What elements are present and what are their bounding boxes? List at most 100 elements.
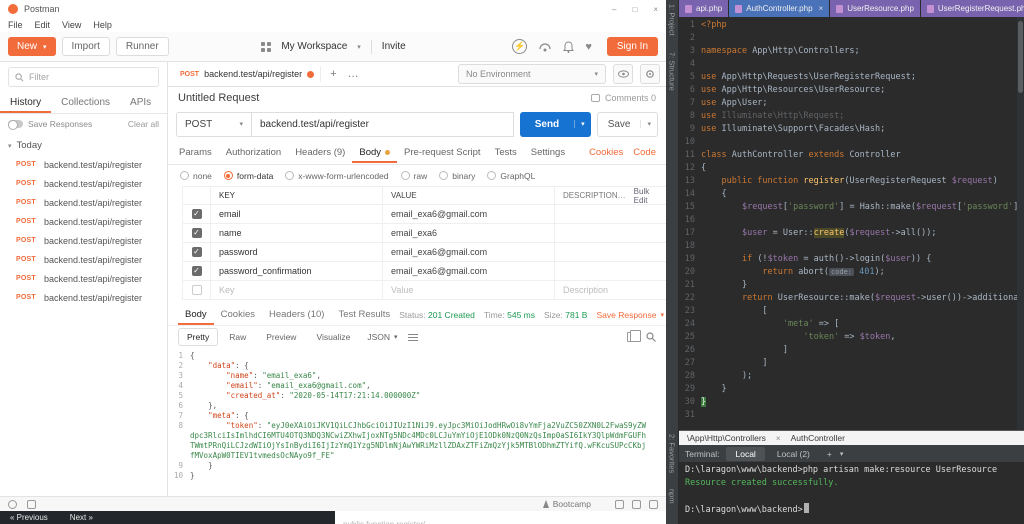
next-link[interactable]: Next » <box>70 513 93 522</box>
table-cell-value[interactable]: email_exa6@gmail.com <box>383 205 555 223</box>
more-icon[interactable]: … <box>618 191 626 200</box>
terminal-body[interactable]: D:\laragon\www\backend>php artisan make:… <box>679 462 1024 524</box>
request-tab-authorization[interactable]: Authorization <box>219 142 288 163</box>
bulk-edit-link[interactable]: Bulk Edit <box>634 187 658 204</box>
checkbox-checked[interactable]: ✓ <box>191 209 202 219</box>
maximize-button[interactable]: □ <box>632 5 637 14</box>
table-cell-value[interactable]: email_exa6@gmail.com <box>383 243 555 261</box>
editor-tab-authcontroller-php[interactable]: AuthController.php × <box>729 0 831 17</box>
editor-tab-userresource-php[interactable]: UserResource.php <box>830 0 921 17</box>
breadcrumb-file[interactable]: AuthController <box>791 433 845 443</box>
method-selector[interactable]: POST ▾ <box>176 111 252 137</box>
new-tab-button[interactable]: + <box>328 68 338 80</box>
filter-input[interactable]: Filter <box>8 67 159 87</box>
previous-link[interactable]: « Previous <box>10 513 48 522</box>
history-item[interactable]: POST backend.test/api/register <box>0 231 167 250</box>
capture-requests-icon[interactable]: ⚡ <box>512 39 528 54</box>
history-item[interactable]: POST backend.test/api/register <box>0 193 167 212</box>
response-tab-test-results[interactable]: Test Results <box>331 304 397 325</box>
response-tab-cookies[interactable]: Cookies <box>214 304 262 325</box>
invite-button[interactable]: Invite <box>382 41 406 52</box>
sidebar-tab-apis[interactable]: APIs <box>120 92 161 113</box>
request-tab-body[interactable]: Body <box>352 142 397 163</box>
copy-icon[interactable] <box>627 330 641 342</box>
cookies-link[interactable]: Cookies <box>589 147 623 158</box>
terminal-tab-local-2[interactable]: Local (2) <box>768 447 819 461</box>
save-button[interactable]: Save ▾ <box>596 111 658 137</box>
sidebar-tab-collections[interactable]: Collections <box>51 92 120 113</box>
save-response-button[interactable]: Save Response ▾ <box>596 310 664 320</box>
history-item[interactable]: POST backend.test/api/register <box>0 288 167 307</box>
new-terminal-button[interactable]: + <box>822 449 837 459</box>
tool-button-2-favorites[interactable]: 2: Favorites <box>668 434 677 473</box>
table-cell-description[interactable] <box>555 243 666 261</box>
url-input[interactable]: backend.test/api/register <box>252 111 514 137</box>
close-tab-icon[interactable]: × <box>819 4 824 13</box>
request-tab-headers-9[interactable]: Headers (9) <box>288 142 352 163</box>
send-button[interactable]: Send ▾ <box>519 111 591 137</box>
two-pane-view-icon[interactable] <box>615 499 624 509</box>
tool-button-7-structure[interactable]: 7: Structure <box>668 52 677 91</box>
body-type-form-data[interactable]: form-data <box>223 171 273 181</box>
view-tab-preview[interactable]: Preview <box>257 328 305 346</box>
table-cell-key[interactable]: password <box>211 243 383 261</box>
notifications-bell-icon[interactable] <box>563 40 575 53</box>
settings-button[interactable] <box>640 64 660 84</box>
search-response-icon[interactable] <box>646 332 656 342</box>
menu-item-help[interactable]: Help <box>93 20 112 30</box>
workspace-switcher[interactable]: My Workspace ▾ Invite <box>261 39 406 54</box>
view-tab-pretty[interactable]: Pretty <box>178 328 219 346</box>
caret-down-icon[interactable]: ▾ <box>840 450 844 458</box>
request-tab-pre-request-script[interactable]: Pre-request Script <box>397 142 488 163</box>
table-cell-key[interactable]: password_confirmation <box>211 262 383 280</box>
body-type-binary[interactable]: binary <box>439 171 475 181</box>
table-cell-key[interactable]: name <box>211 224 383 242</box>
wrap-text-icon[interactable] <box>407 333 418 341</box>
table-cell-description[interactable] <box>555 224 666 242</box>
terminal-tab-local[interactable]: Local <box>726 446 765 461</box>
sidebar-tab-history[interactable]: History <box>0 92 51 113</box>
table-cell-value[interactable]: email_exa6 <box>383 224 555 242</box>
minimize-button[interactable]: – <box>612 5 616 14</box>
save-responses-toggle[interactable] <box>8 120 23 130</box>
tool-button-1-project[interactable]: 1: Project <box>668 4 677 36</box>
history-item[interactable]: POST backend.test/api/register <box>0 212 167 231</box>
checkbox-checked[interactable]: ✓ <box>191 228 202 238</box>
clear-all-button[interactable]: Clear all <box>128 119 159 129</box>
checkbox-checked[interactable]: ✓ <box>191 266 202 276</box>
menu-item-edit[interactable]: Edit <box>35 20 51 30</box>
scrollbar-thumb[interactable] <box>1018 21 1023 93</box>
code-link[interactable]: Code <box>633 147 656 158</box>
history-item[interactable]: POST backend.test/api/register <box>0 155 167 174</box>
comments-button[interactable]: Comments 0 <box>590 93 656 103</box>
request-tab-settings[interactable]: Settings <box>524 142 572 163</box>
response-format-selector[interactable]: JSON ▾ <box>367 332 397 342</box>
table-cell-description[interactable] <box>555 262 666 280</box>
table-cell-description[interactable] <box>555 205 666 223</box>
open-request-tab[interactable]: POST backend.test/api/register <box>174 66 322 82</box>
menu-item-file[interactable]: File <box>8 20 23 30</box>
response-tab-headers-10[interactable]: Headers (10) <box>262 304 331 325</box>
response-body[interactable]: 1{2 "data": {3 "name": "email_exa6", 4 "e… <box>168 348 666 496</box>
menu-item-view[interactable]: View <box>62 20 81 30</box>
history-group-today[interactable]: ▾ Today <box>0 134 167 155</box>
body-type-none[interactable]: none <box>180 171 212 181</box>
console-icon[interactable] <box>632 499 641 509</box>
body-type-raw[interactable]: raw <box>400 171 427 181</box>
view-tab-raw[interactable]: Raw <box>220 328 255 346</box>
table-cell-key[interactable]: email <box>211 205 383 223</box>
shortcuts-icon[interactable] <box>27 499 36 509</box>
table-cell-description-placeholder[interactable]: Description <box>555 281 666 299</box>
heart-icon[interactable]: ♥ <box>585 41 592 53</box>
editor-tab-api-php[interactable]: api.php <box>679 0 730 17</box>
response-tab-body[interactable]: Body <box>178 304 214 325</box>
tab-options-icon[interactable]: … <box>346 68 361 80</box>
request-tab-tests[interactable]: Tests <box>488 142 524 163</box>
checkbox-checked[interactable]: ✓ <box>191 247 202 257</box>
history-item[interactable]: POST backend.test/api/register <box>0 250 167 269</box>
environment-quick-look-button[interactable] <box>613 64 633 84</box>
new-button[interactable]: New ▾ <box>8 37 56 56</box>
history-item[interactable]: POST backend.test/api/register <box>0 174 167 193</box>
close-icon[interactable]: × <box>776 434 781 443</box>
import-button[interactable]: Import <box>61 37 110 56</box>
